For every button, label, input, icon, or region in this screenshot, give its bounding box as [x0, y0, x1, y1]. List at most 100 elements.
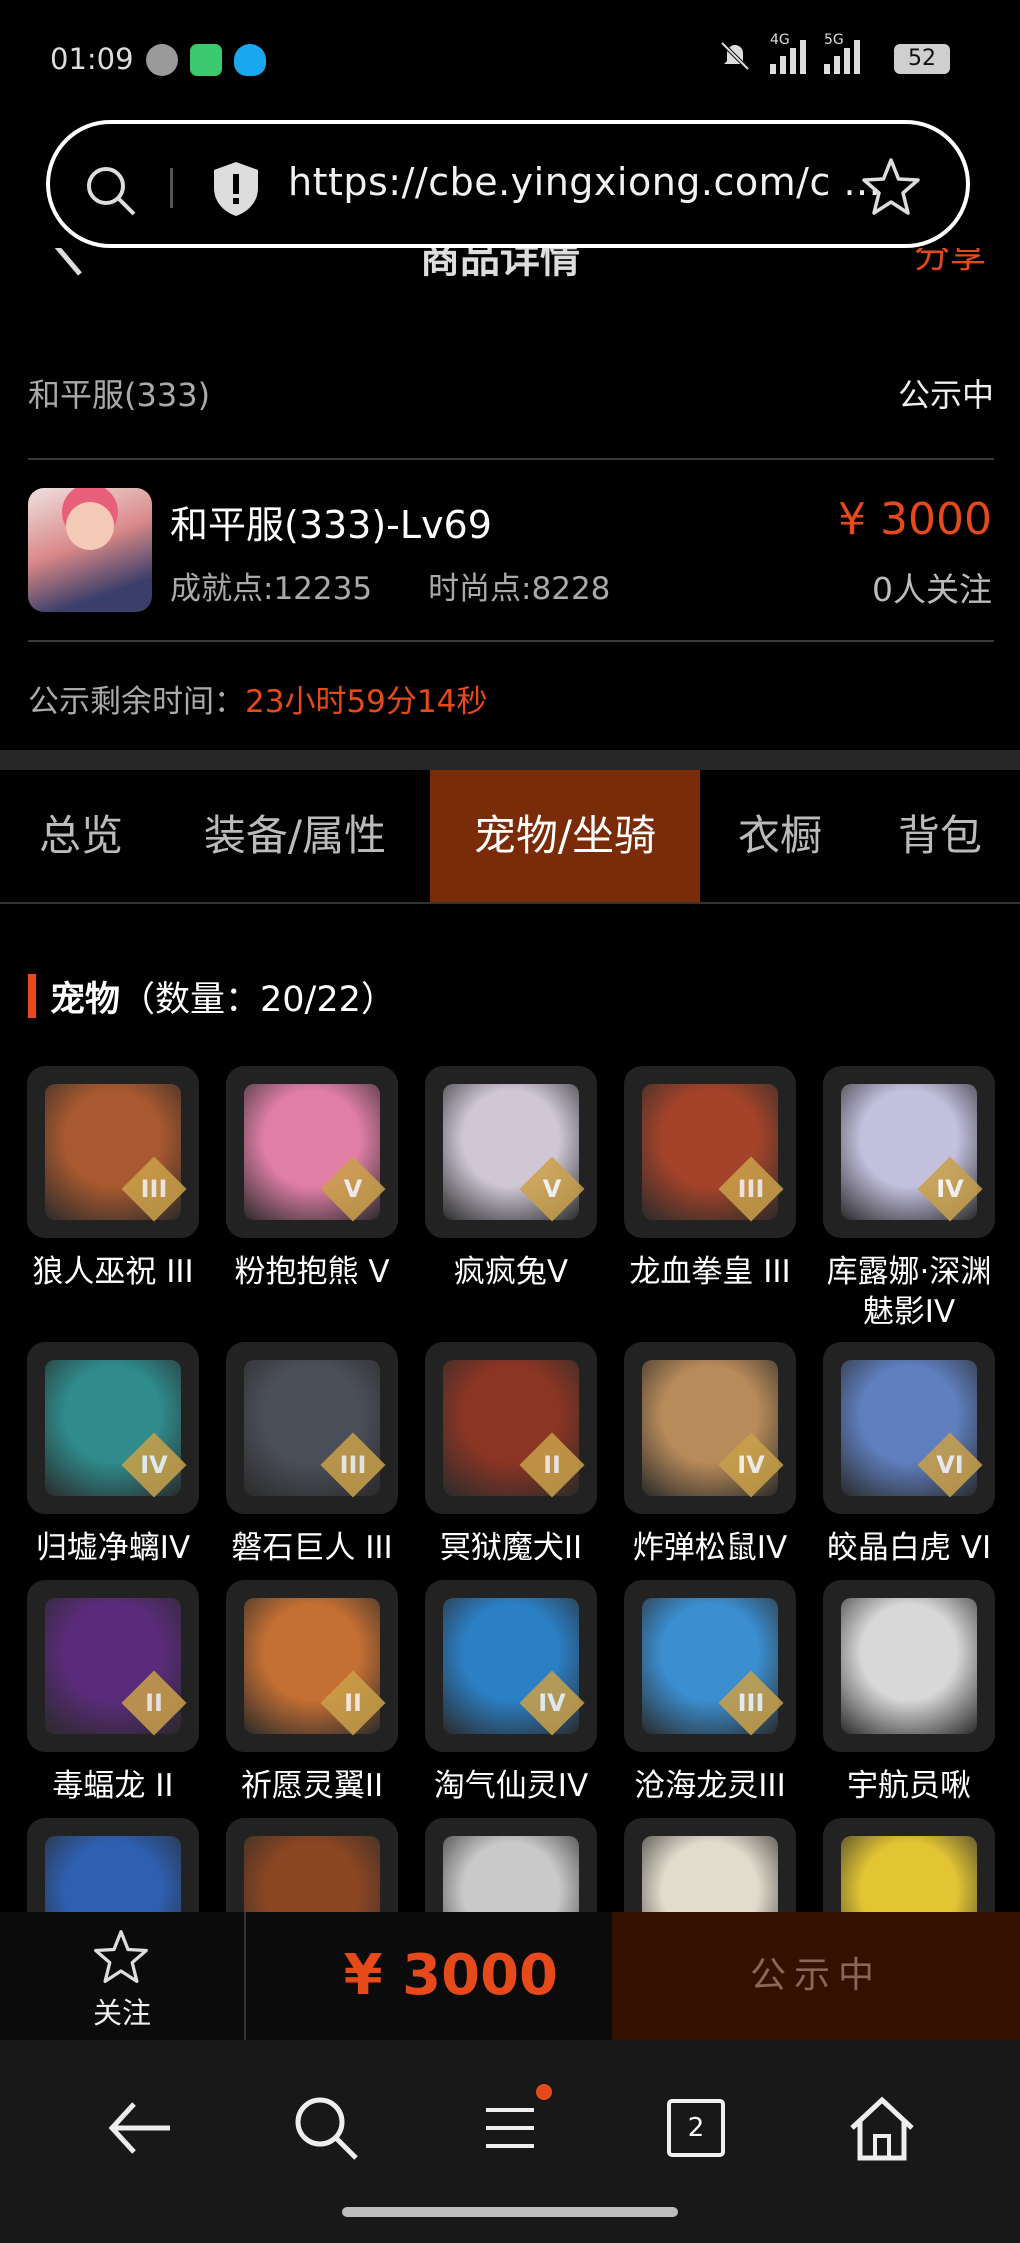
pet-name: 沧海龙灵III: [634, 1768, 786, 1804]
address-bar[interactable]: https://cbe.yingxiong.com/c ...: [46, 120, 970, 248]
pet-image: [443, 1836, 579, 1912]
tier-label: IV: [538, 1689, 566, 1717]
pet-tile[interactable]: [823, 1580, 995, 1752]
net2-label: 5G: [824, 32, 844, 48]
search-icon: [295, 2097, 358, 2160]
tier-label: II: [344, 1689, 362, 1717]
tier-badge: IV: [917, 1156, 983, 1222]
net1-label: 4G: [770, 32, 790, 48]
nav-menu-button[interactable]: [472, 2084, 552, 2166]
bookmark-star-icon[interactable]: [860, 156, 922, 218]
pet-name: 粉抱抱熊 V: [234, 1254, 390, 1290]
pet-name: 毒蝠龙 II: [52, 1768, 174, 1804]
status-bar: 01:09 4G 5G 52: [0, 0, 1020, 120]
pet-name: 狼人巫祝 III: [32, 1254, 194, 1290]
pet-tile[interactable]: V: [425, 1066, 597, 1238]
tab-count: 2: [687, 2113, 705, 2143]
divider: [28, 458, 994, 460]
pet-tile[interactable]: V: [226, 1066, 398, 1238]
tier-label: II: [543, 1451, 561, 1479]
tier-badge: II: [320, 1670, 386, 1736]
remaining-value: 23小时59分14秒: [245, 684, 488, 720]
shield-icon[interactable]: [210, 160, 262, 218]
tier-label: V: [343, 1175, 363, 1203]
signal-4g: 4G: [770, 32, 806, 74]
pet-tile[interactable]: [425, 1818, 597, 1912]
pet-tile[interactable]: III: [624, 1066, 796, 1238]
server-name: 和平服(333): [28, 376, 211, 414]
pet-tile[interactable]: [624, 1818, 796, 1912]
section-accent-bar: [28, 974, 36, 1018]
tier-label: II: [145, 1689, 163, 1717]
follow-button[interactable]: 关注: [0, 1912, 246, 2040]
nav-home-button[interactable]: [844, 2090, 920, 2166]
pet-tile[interactable]: IV: [425, 1580, 597, 1752]
pet-tile[interactable]: [27, 1818, 199, 1912]
pet-image: [45, 1836, 181, 1912]
tier-label: III: [737, 1689, 765, 1717]
bottom-action-bar: 关注 ¥ 3000 公示中: [0, 1912, 1020, 2040]
server-status: 公示中: [897, 376, 994, 414]
wechat-icon: [146, 44, 178, 76]
tier-label: V: [542, 1175, 562, 1203]
section-divider: [0, 750, 1020, 770]
pet-tile[interactable]: II: [425, 1342, 597, 1514]
tier-badge: III: [718, 1670, 784, 1736]
pets-grid: III 狼人巫祝 III V 粉抱抱熊 V V 疯疯兔V III 龙血拳皇 III IV 库露娜·…: [0, 1066, 1020, 1912]
pet-name: 宇航员啾: [847, 1768, 971, 1804]
character-avatar[interactable]: [28, 488, 152, 612]
character-name: 和平服(333)-Lv69: [170, 503, 492, 547]
item-price: ¥ 3000: [838, 494, 992, 545]
tier-badge: II: [519, 1432, 585, 1498]
tab-wardrobe[interactable]: 衣橱: [712, 770, 848, 902]
pet-tile[interactable]: VI: [823, 1342, 995, 1514]
tier-badge: III: [320, 1432, 386, 1498]
tier-badge: IV: [519, 1670, 585, 1736]
tier-badge: II: [121, 1670, 187, 1736]
tier-label: IV: [140, 1451, 168, 1479]
public-status-button[interactable]: 公示中: [612, 1912, 1020, 2040]
home-indicator[interactable]: [342, 2207, 678, 2217]
address-separator: [170, 168, 173, 208]
server-row: 和平服(333) 公示中: [28, 370, 994, 420]
pet-name: 淘气仙灵IV: [433, 1768, 589, 1804]
pet-tile[interactable]: IV: [624, 1342, 796, 1514]
pet-tile[interactable]: II: [27, 1580, 199, 1752]
tab-overview[interactable]: 总览: [0, 770, 162, 902]
pet-tile[interactable]: IV: [27, 1342, 199, 1514]
tab-backpack[interactable]: 背包: [870, 770, 1010, 902]
tab-equipment[interactable]: 装备/属性: [180, 770, 410, 902]
pet-tile[interactable]: [823, 1818, 995, 1912]
share-button[interactable]: 分享: [914, 248, 986, 278]
fashion-points: 时尚点:8228: [428, 571, 611, 607]
back-arrow-icon[interactable]: [50, 248, 90, 278]
page-title: 商品详情: [420, 248, 580, 282]
pet-tile[interactable]: [226, 1818, 398, 1912]
pet-name: 祈愿灵翼II: [240, 1768, 384, 1804]
tier-badge: V: [320, 1156, 386, 1222]
pet-name: 归墟净螭IV: [35, 1530, 191, 1566]
nav-search-button[interactable]: [288, 2090, 364, 2166]
pet-tile[interactable]: II: [226, 1580, 398, 1752]
pets-section-title: 宠物 （数量：20/22）: [28, 972, 396, 1020]
back-arrow-icon: [108, 2102, 170, 2154]
follower-count: 0人关注: [872, 570, 992, 609]
url-text[interactable]: https://cbe.yingxiong.com/c ...: [288, 160, 881, 204]
notification-icons: [146, 44, 266, 76]
pet-name: 炸弹松鼠IV: [632, 1530, 788, 1566]
search-icon[interactable]: [82, 162, 138, 218]
section-count: （数量：20/22）: [120, 979, 396, 1020]
tab-pets-mounts[interactable]: 宠物/坐骑: [430, 770, 700, 902]
home-icon: [850, 2096, 914, 2161]
tier-label: VI: [936, 1451, 964, 1479]
character-stats: 成就点:12235 时尚点:8228: [170, 563, 610, 608]
tier-label: IV: [737, 1451, 765, 1479]
nav-back-button[interactable]: [102, 2090, 178, 2166]
pet-tile[interactable]: III: [27, 1066, 199, 1238]
pet-tile[interactable]: III: [624, 1580, 796, 1752]
tier-label: III: [737, 1175, 765, 1203]
nav-tabs-button[interactable]: 2: [658, 2090, 734, 2166]
pet-name: 磐石巨人 III: [231, 1530, 393, 1566]
pet-tile[interactable]: IV: [823, 1066, 995, 1238]
pet-tile[interactable]: III: [226, 1342, 398, 1514]
